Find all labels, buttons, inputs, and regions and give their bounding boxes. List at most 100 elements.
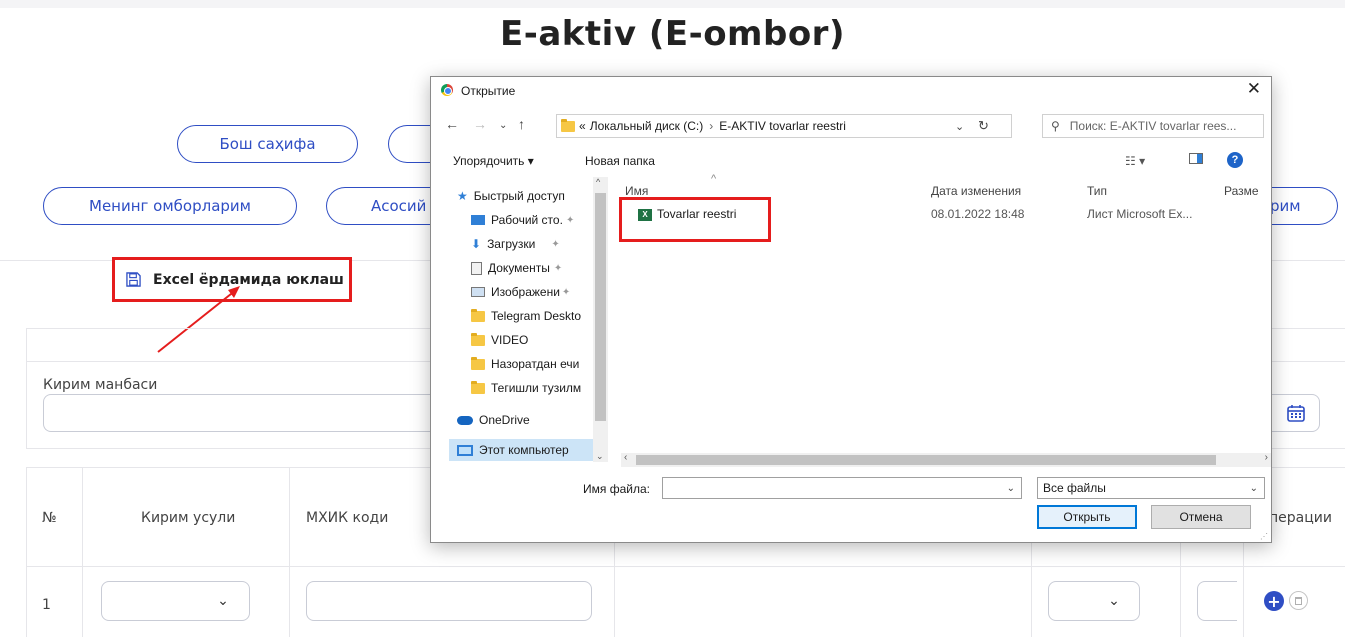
desktop-icon — [471, 215, 485, 225]
unit-select[interactable]: ⌄ — [1048, 581, 1140, 621]
nav-item-quick-access[interactable]: ★ Быстрый доступ — [449, 185, 608, 207]
column-name[interactable]: Имя — [625, 184, 648, 198]
breadcrumb-item[interactable]: Локальный диск (C:) — [590, 119, 704, 133]
view-options-icon[interactable]: ☷ ▾ — [1125, 154, 1145, 168]
nav-my-warehouses-button[interactable]: Менинг омборларим — [43, 187, 297, 225]
divider — [1272, 260, 1345, 261]
table-header-method: Кирим усули — [141, 510, 236, 526]
folder-icon — [471, 332, 485, 346]
cancel-button[interactable]: Отмена — [1151, 505, 1251, 529]
column-size[interactable]: Разме — [1224, 184, 1272, 198]
search-input[interactable]: ⚲ Поиск: E-AKTIV tovarlar rees... — [1042, 114, 1264, 138]
recent-chevron-icon[interactable]: ⌄ — [499, 120, 507, 131]
column-date[interactable]: Дата изменения — [931, 184, 1021, 198]
breadcrumb-separator-icon: › — [709, 119, 714, 133]
address-dropdown-icon[interactable]: ⌄ — [955, 120, 964, 133]
pin-icon: ✦ — [551, 238, 560, 250]
nav-item-desktop[interactable]: Рабочий сто. ✦ — [449, 209, 608, 231]
scroll-thumb[interactable] — [595, 193, 606, 421]
documents-icon — [471, 261, 482, 275]
help-icon[interactable]: ? — [1227, 152, 1243, 168]
table-col-line — [1031, 543, 1032, 637]
preview-pane-icon[interactable] — [1189, 153, 1203, 164]
top-stripe — [0, 0, 1345, 8]
nav-item-tegishli[interactable]: Тегишли тузилм — [449, 377, 608, 399]
file-type-select[interactable]: Все файлы ⌄ — [1037, 477, 1265, 499]
scroll-left-icon[interactable]: ‹ — [624, 452, 627, 463]
computer-icon — [457, 444, 473, 456]
row-number: 1 — [42, 597, 51, 613]
add-row-icon[interactable]: + — [1264, 591, 1284, 611]
navigation-pane: ★ Быстрый доступ Рабочий сто. ✦ ⬇ Загрузки ✦… — [449, 177, 608, 462]
nav-item-onedrive[interactable]: OneDrive — [449, 409, 608, 431]
breadcrumb-overflow[interactable]: « — [579, 119, 586, 133]
scroll-up-icon[interactable]: ^ — [596, 177, 600, 187]
file-date: 08.01.2022 18:48 — [931, 207, 1025, 221]
scroll-thumb[interactable] — [636, 455, 1216, 465]
file-type-value: Все файлы — [1043, 481, 1106, 495]
column-type[interactable]: Тип — [1087, 184, 1107, 198]
arrow-annotation — [157, 286, 240, 353]
search-icon: ⚲ — [1051, 119, 1060, 133]
nav-home-button[interactable]: Бош саҳифа — [177, 125, 358, 163]
table-col-line — [289, 467, 290, 637]
scroll-right-icon[interactable]: › — [1265, 452, 1268, 463]
pin-icon: ✦ — [553, 262, 563, 274]
card-border — [26, 328, 27, 448]
date-picker[interactable] — [1272, 394, 1320, 432]
open-button[interactable]: Открыть — [1037, 505, 1137, 529]
file-list-scrollbar[interactable]: ‹ › — [621, 452, 1271, 467]
nav-item-video[interactable]: VIDEO — [449, 329, 608, 351]
table-col-line — [82, 467, 83, 637]
chrome-icon — [441, 84, 453, 96]
method-select[interactable]: ⌄ — [101, 581, 250, 621]
new-folder-button[interactable]: Новая папка — [585, 154, 655, 168]
filename-label: Имя файла: — [583, 482, 650, 496]
up-arrow-icon[interactable]: ↑ — [518, 116, 525, 132]
table-header-operations: Операции — [1272, 510, 1332, 526]
table-col-line — [614, 543, 615, 637]
pin-icon: ✦ — [565, 214, 575, 226]
breadcrumb-item[interactable]: E-AKTIV tovarlar reestri — [719, 119, 846, 133]
card-border — [26, 328, 430, 329]
pin-icon: ✦ — [561, 286, 571, 298]
address-bar[interactable]: « Локальный диск (C:) › E-AKTIV tovarlar… — [556, 114, 1012, 138]
refresh-icon[interactable]: ↻ — [978, 118, 989, 134]
nav-main-button[interactable]: Асосий — [326, 187, 446, 225]
file-open-dialog: Открытие ✕ ← → ⌄ ↑ « Локальный диск (C:)… — [430, 76, 1272, 543]
organize-menu[interactable]: Упорядочить ▾ — [453, 154, 534, 168]
navigation-scrollbar[interactable]: ^ ⌄ — [593, 177, 608, 462]
nav-item-downloads[interactable]: ⬇ Загрузки ✦ — [449, 233, 608, 255]
save-icon — [126, 272, 141, 287]
folder-icon — [561, 118, 575, 132]
back-arrow-icon[interactable]: ← — [445, 116, 459, 132]
table-header-number: № — [42, 510, 57, 526]
nav-item-this-pc[interactable]: Этот компьютер — [449, 439, 608, 461]
filename-dropdown-icon[interactable]: ⌄ — [1007, 483, 1015, 494]
resize-grip-icon[interactable]: ⋰ — [1260, 532, 1268, 541]
filename-input[interactable]: ⌄ — [662, 477, 1022, 499]
forward-arrow-icon[interactable]: → — [473, 116, 487, 132]
close-icon[interactable]: ✕ — [1247, 79, 1261, 99]
search-placeholder: Поиск: E-AKTIV tovarlar rees... — [1069, 119, 1237, 133]
nav-item-nazorat[interactable]: Назоратдан ечи — [449, 353, 608, 375]
sort-indicator-icon: ^ — [711, 173, 717, 185]
delete-row-icon[interactable] — [1289, 591, 1308, 610]
table-header-code: МХИК коди — [306, 510, 389, 526]
calendar-icon[interactable] — [1286, 403, 1306, 423]
code-input[interactable] — [306, 581, 592, 621]
scroll-down-icon[interactable]: ⌄ — [596, 451, 604, 462]
chevron-down-icon: ⌄ — [1249, 482, 1258, 494]
chevron-down-icon: ⌄ — [1108, 593, 1120, 609]
star-icon: ★ — [457, 189, 468, 203]
source-label: Кирим манбаси — [43, 377, 158, 393]
source-input[interactable] — [43, 394, 443, 432]
highlight-frame — [619, 197, 771, 242]
nav-item-pictures[interactable]: Изображени ✦ — [449, 281, 608, 303]
nav-item-telegram[interactable]: Telegram Deskto — [449, 305, 608, 327]
chevron-down-icon: ⌄ — [217, 593, 229, 609]
cloud-icon — [457, 415, 473, 425]
nav-item-documents[interactable]: Документы ✦ — [449, 257, 608, 279]
download-icon: ⬇ — [471, 237, 482, 251]
quantity-input[interactable] — [1197, 581, 1237, 621]
